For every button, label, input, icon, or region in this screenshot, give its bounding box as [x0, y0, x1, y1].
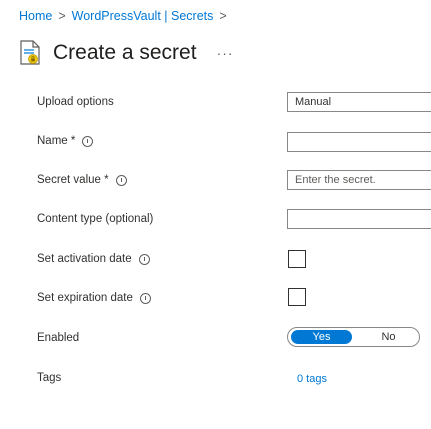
secret-value-label-text: Secret value *: [37, 174, 109, 186]
breadcrumb-separator: >: [58, 9, 66, 23]
content-type-label: Content type (optional): [37, 213, 153, 225]
enabled-toggle[interactable]: Yes No: [287, 327, 420, 347]
page-title: Create a secret: [53, 41, 197, 64]
name-label: Name *: [37, 135, 94, 147]
secret-value-label: Secret value *: [37, 174, 127, 186]
activation-date-checkbox[interactable]: [288, 250, 306, 268]
info-icon[interactable]: [82, 135, 94, 147]
breadcrumb: Home > WordPressVault | Secrets >: [19, 9, 233, 23]
content-type-input[interactable]: [287, 209, 431, 229]
tags-link[interactable]: 0 tags: [297, 373, 327, 385]
breadcrumb-vault-secrets[interactable]: WordPressVault | Secrets: [72, 9, 214, 23]
breadcrumb-home[interactable]: Home: [19, 9, 52, 23]
secret-value-input[interactable]: Enter the secret.: [287, 170, 431, 190]
upload-options-label: Upload options: [37, 96, 114, 108]
upload-options-select[interactable]: Manual: [287, 92, 431, 112]
enabled-yes-option[interactable]: Yes: [291, 330, 352, 344]
content-type-label-text: Content type (optional): [37, 213, 154, 225]
expiration-date-label-text: Set expiration date: [37, 292, 133, 304]
secret-doc-icon: [20, 40, 40, 65]
breadcrumb-separator: >: [219, 9, 227, 23]
expiration-date-checkbox[interactable]: [288, 288, 306, 306]
expiration-date-label: Set expiration date: [37, 292, 151, 304]
info-icon[interactable]: [138, 253, 150, 265]
enabled-no-option[interactable]: No: [371, 329, 406, 345]
info-icon[interactable]: [115, 174, 127, 186]
tags-label-text: Tags: [37, 372, 62, 384]
activation-date-label-text: Set activation date: [37, 253, 132, 265]
activation-date-label: Set activation date: [37, 253, 150, 265]
enabled-label-text: Enabled: [37, 332, 80, 344]
upload-options-label-text: Upload options: [37, 96, 114, 108]
more-options-button[interactable]: ···: [217, 46, 234, 60]
page-header: Create a secret ···: [19, 36, 234, 70]
name-label-text: Name *: [37, 135, 76, 147]
name-input[interactable]: [287, 132, 431, 152]
enabled-label: Enabled: [37, 332, 79, 344]
tags-label: Tags: [37, 372, 61, 384]
info-icon[interactable]: [139, 292, 151, 304]
